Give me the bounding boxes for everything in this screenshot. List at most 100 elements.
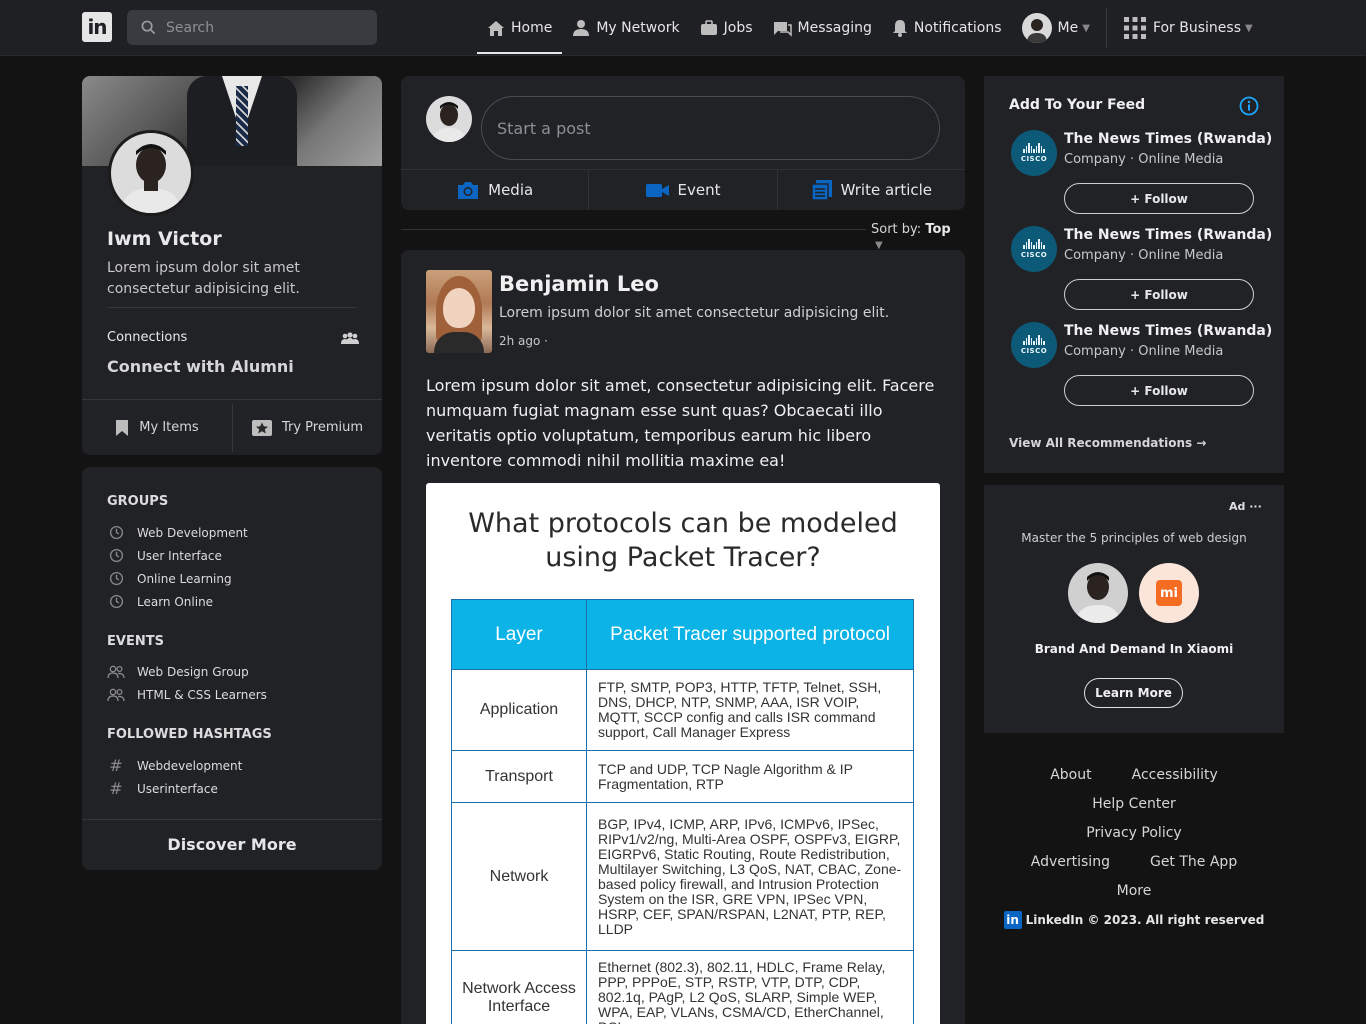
composer-avatar[interactable] bbox=[426, 96, 472, 142]
nav-my-network-label: My Network bbox=[596, 20, 680, 36]
apps-grid-icon bbox=[1123, 16, 1147, 40]
cisco-logo-icon[interactable]: CISCO bbox=[1011, 130, 1057, 176]
ad-label[interactable]: Ad ··· bbox=[1229, 500, 1262, 513]
search-box[interactable] bbox=[127, 10, 377, 45]
article-icon bbox=[810, 180, 832, 201]
recommendation-name[interactable]: The News Times (Rwanda) bbox=[1064, 227, 1272, 243]
write-article-button[interactable]: Write article bbox=[778, 170, 965, 210]
event-item[interactable]: Web Design Group bbox=[107, 660, 267, 683]
view-all-recommendations-link[interactable]: View All Recommendations → bbox=[1009, 436, 1206, 450]
hashtag-item[interactable]: # Webdevelopment bbox=[107, 754, 242, 777]
group-item[interactable]: Web Development bbox=[107, 521, 248, 544]
recommendation-subtitle: Company · Online Media bbox=[1064, 344, 1224, 359]
nav-me[interactable]: Me ▼ bbox=[1012, 0, 1100, 56]
group-item[interactable]: Learn Online bbox=[107, 590, 248, 613]
group-item[interactable]: User Interface bbox=[107, 544, 248, 567]
logo-word: CISCO bbox=[1020, 251, 1048, 259]
footer-link-accessibility[interactable]: Accessibility bbox=[1132, 767, 1218, 783]
video-icon bbox=[645, 184, 669, 197]
my-items-button[interactable]: My Items bbox=[82, 400, 232, 455]
table-cell-protocol: FTP, SMTP, POP3, HTTP, TFTP, Telnet, SSH… bbox=[586, 669, 914, 751]
nav-jobs[interactable]: Jobs bbox=[690, 0, 763, 56]
people-icon[interactable] bbox=[341, 331, 359, 350]
group-item[interactable]: Online Learning bbox=[107, 567, 248, 590]
footer-row: Privacy Policy bbox=[984, 818, 1284, 847]
follow-button[interactable]: + Follow bbox=[1064, 375, 1254, 406]
recommendation-name[interactable]: The News Times (Rwanda) bbox=[1064, 323, 1272, 339]
follow-button[interactable]: + Follow bbox=[1064, 279, 1254, 310]
nav-me-label: Me bbox=[1057, 20, 1079, 36]
learn-more-button[interactable]: Learn More bbox=[1084, 678, 1183, 708]
footer-link-advertising[interactable]: Advertising bbox=[1031, 854, 1110, 870]
footer-link-about[interactable]: About bbox=[1050, 767, 1091, 783]
people-group-icon bbox=[107, 665, 125, 679]
nav-for-business-label: For Business bbox=[1152, 20, 1241, 36]
table-cell-protocol: TCP and UDP, TCP Nagle Algorithm & IP Fr… bbox=[586, 750, 914, 803]
table-cell-layer: Network bbox=[451, 802, 587, 951]
event-item[interactable]: HTML & CSS Learners bbox=[107, 683, 267, 706]
sort-dropdown[interactable]: Sort by: Top ▼ bbox=[871, 222, 965, 252]
event-label: Event bbox=[677, 181, 721, 199]
recommendation-name[interactable]: The News Times (Rwanda) bbox=[1064, 131, 1272, 147]
nav-home-label: Home bbox=[511, 20, 553, 36]
cisco-logo-icon[interactable]: CISCO bbox=[1011, 226, 1057, 272]
hashtags-title: FOLLOWED HASHTAGS bbox=[107, 727, 272, 742]
add-to-feed-card: Add To Your Feed CISCO The News Times (R… bbox=[984, 76, 1284, 473]
nav-for-business[interactable]: For Business ▼ bbox=[1113, 0, 1263, 56]
hashtag-item-label: Userinterface bbox=[137, 781, 218, 796]
bell-icon bbox=[892, 19, 908, 37]
footer-row: More bbox=[984, 876, 1284, 905]
start-post-input[interactable]: Start a post bbox=[481, 96, 940, 160]
footer-link-privacy-policy[interactable]: Privacy Policy bbox=[1086, 825, 1181, 841]
event-item-label: HTML & CSS Learners bbox=[137, 687, 267, 702]
chevron-down-icon: ▼ bbox=[1082, 22, 1090, 34]
nav-jobs-label: Jobs bbox=[723, 20, 753, 36]
search-input[interactable] bbox=[166, 19, 356, 36]
profile-name[interactable]: Iwm Victor bbox=[107, 228, 222, 250]
divider bbox=[107, 307, 357, 308]
cisco-logo-icon[interactable]: CISCO bbox=[1011, 322, 1057, 368]
table-row: Application FTP, SMTP, POP3, HTTP, TFTP,… bbox=[451, 669, 914, 751]
post-author-name[interactable]: Benjamin Leo bbox=[499, 272, 659, 296]
network-icon bbox=[572, 19, 590, 37]
info-icon[interactable] bbox=[1239, 96, 1259, 120]
divider bbox=[401, 229, 866, 230]
group-item-label: Online Learning bbox=[137, 571, 232, 586]
ad-title: Master the 5 principles of web design bbox=[1021, 531, 1247, 545]
nav-notifications[interactable]: Notifications bbox=[882, 0, 1012, 56]
logo-word: CISCO bbox=[1020, 347, 1048, 355]
copyright: in LinkedIn © 2023. All right reserved bbox=[984, 911, 1284, 929]
connect-with-alumni-link[interactable]: Connect with Alumni bbox=[107, 357, 294, 376]
my-items-label: My Items bbox=[139, 420, 199, 435]
try-premium-button[interactable]: Try Premium bbox=[233, 400, 382, 455]
me-avatar bbox=[1021, 13, 1052, 43]
event-button[interactable]: Event bbox=[589, 170, 778, 210]
nav-messaging[interactable]: Messaging bbox=[763, 0, 882, 56]
profile-avatar[interactable] bbox=[108, 130, 194, 216]
image-title: What protocols can be modeled using Pack… bbox=[426, 507, 940, 575]
footer-link-help-center[interactable]: Help Center bbox=[1092, 796, 1176, 812]
post-image[interactable]: What protocols can be modeled using Pack… bbox=[426, 483, 940, 1024]
nav-notifications-label: Notifications bbox=[913, 20, 1002, 36]
footer-link-more[interactable]: More bbox=[1117, 883, 1152, 899]
more-options-icon: ··· bbox=[1249, 500, 1262, 513]
group-item-label: User Interface bbox=[137, 548, 222, 563]
recommendation-subtitle: Company · Online Media bbox=[1064, 248, 1224, 263]
follow-button[interactable]: + Follow bbox=[1064, 183, 1254, 214]
search-icon bbox=[141, 20, 156, 35]
post-author-avatar[interactable] bbox=[426, 270, 492, 353]
hashtag-item[interactable]: # Userinterface bbox=[107, 777, 242, 800]
feed-post: Benjamin Leo Lorem ipsum dolor sit amet … bbox=[401, 250, 965, 1024]
discover-more-button[interactable]: Discover More bbox=[82, 820, 382, 868]
nav-my-network[interactable]: My Network bbox=[562, 0, 689, 56]
ad-label-text: Ad bbox=[1229, 500, 1246, 513]
nav-messaging-label: Messaging bbox=[797, 20, 872, 36]
nav-home[interactable]: Home bbox=[477, 0, 563, 56]
messaging-icon bbox=[773, 20, 792, 37]
post-timestamp: 2h ago · bbox=[499, 334, 548, 348]
history-icon bbox=[107, 594, 125, 609]
linkedin-logo[interactable]: in bbox=[82, 12, 112, 42]
media-button[interactable]: Media bbox=[401, 170, 590, 210]
footer-link-get-the-app[interactable]: Get The App bbox=[1150, 854, 1237, 870]
nav-separator bbox=[1105, 8, 1107, 48]
